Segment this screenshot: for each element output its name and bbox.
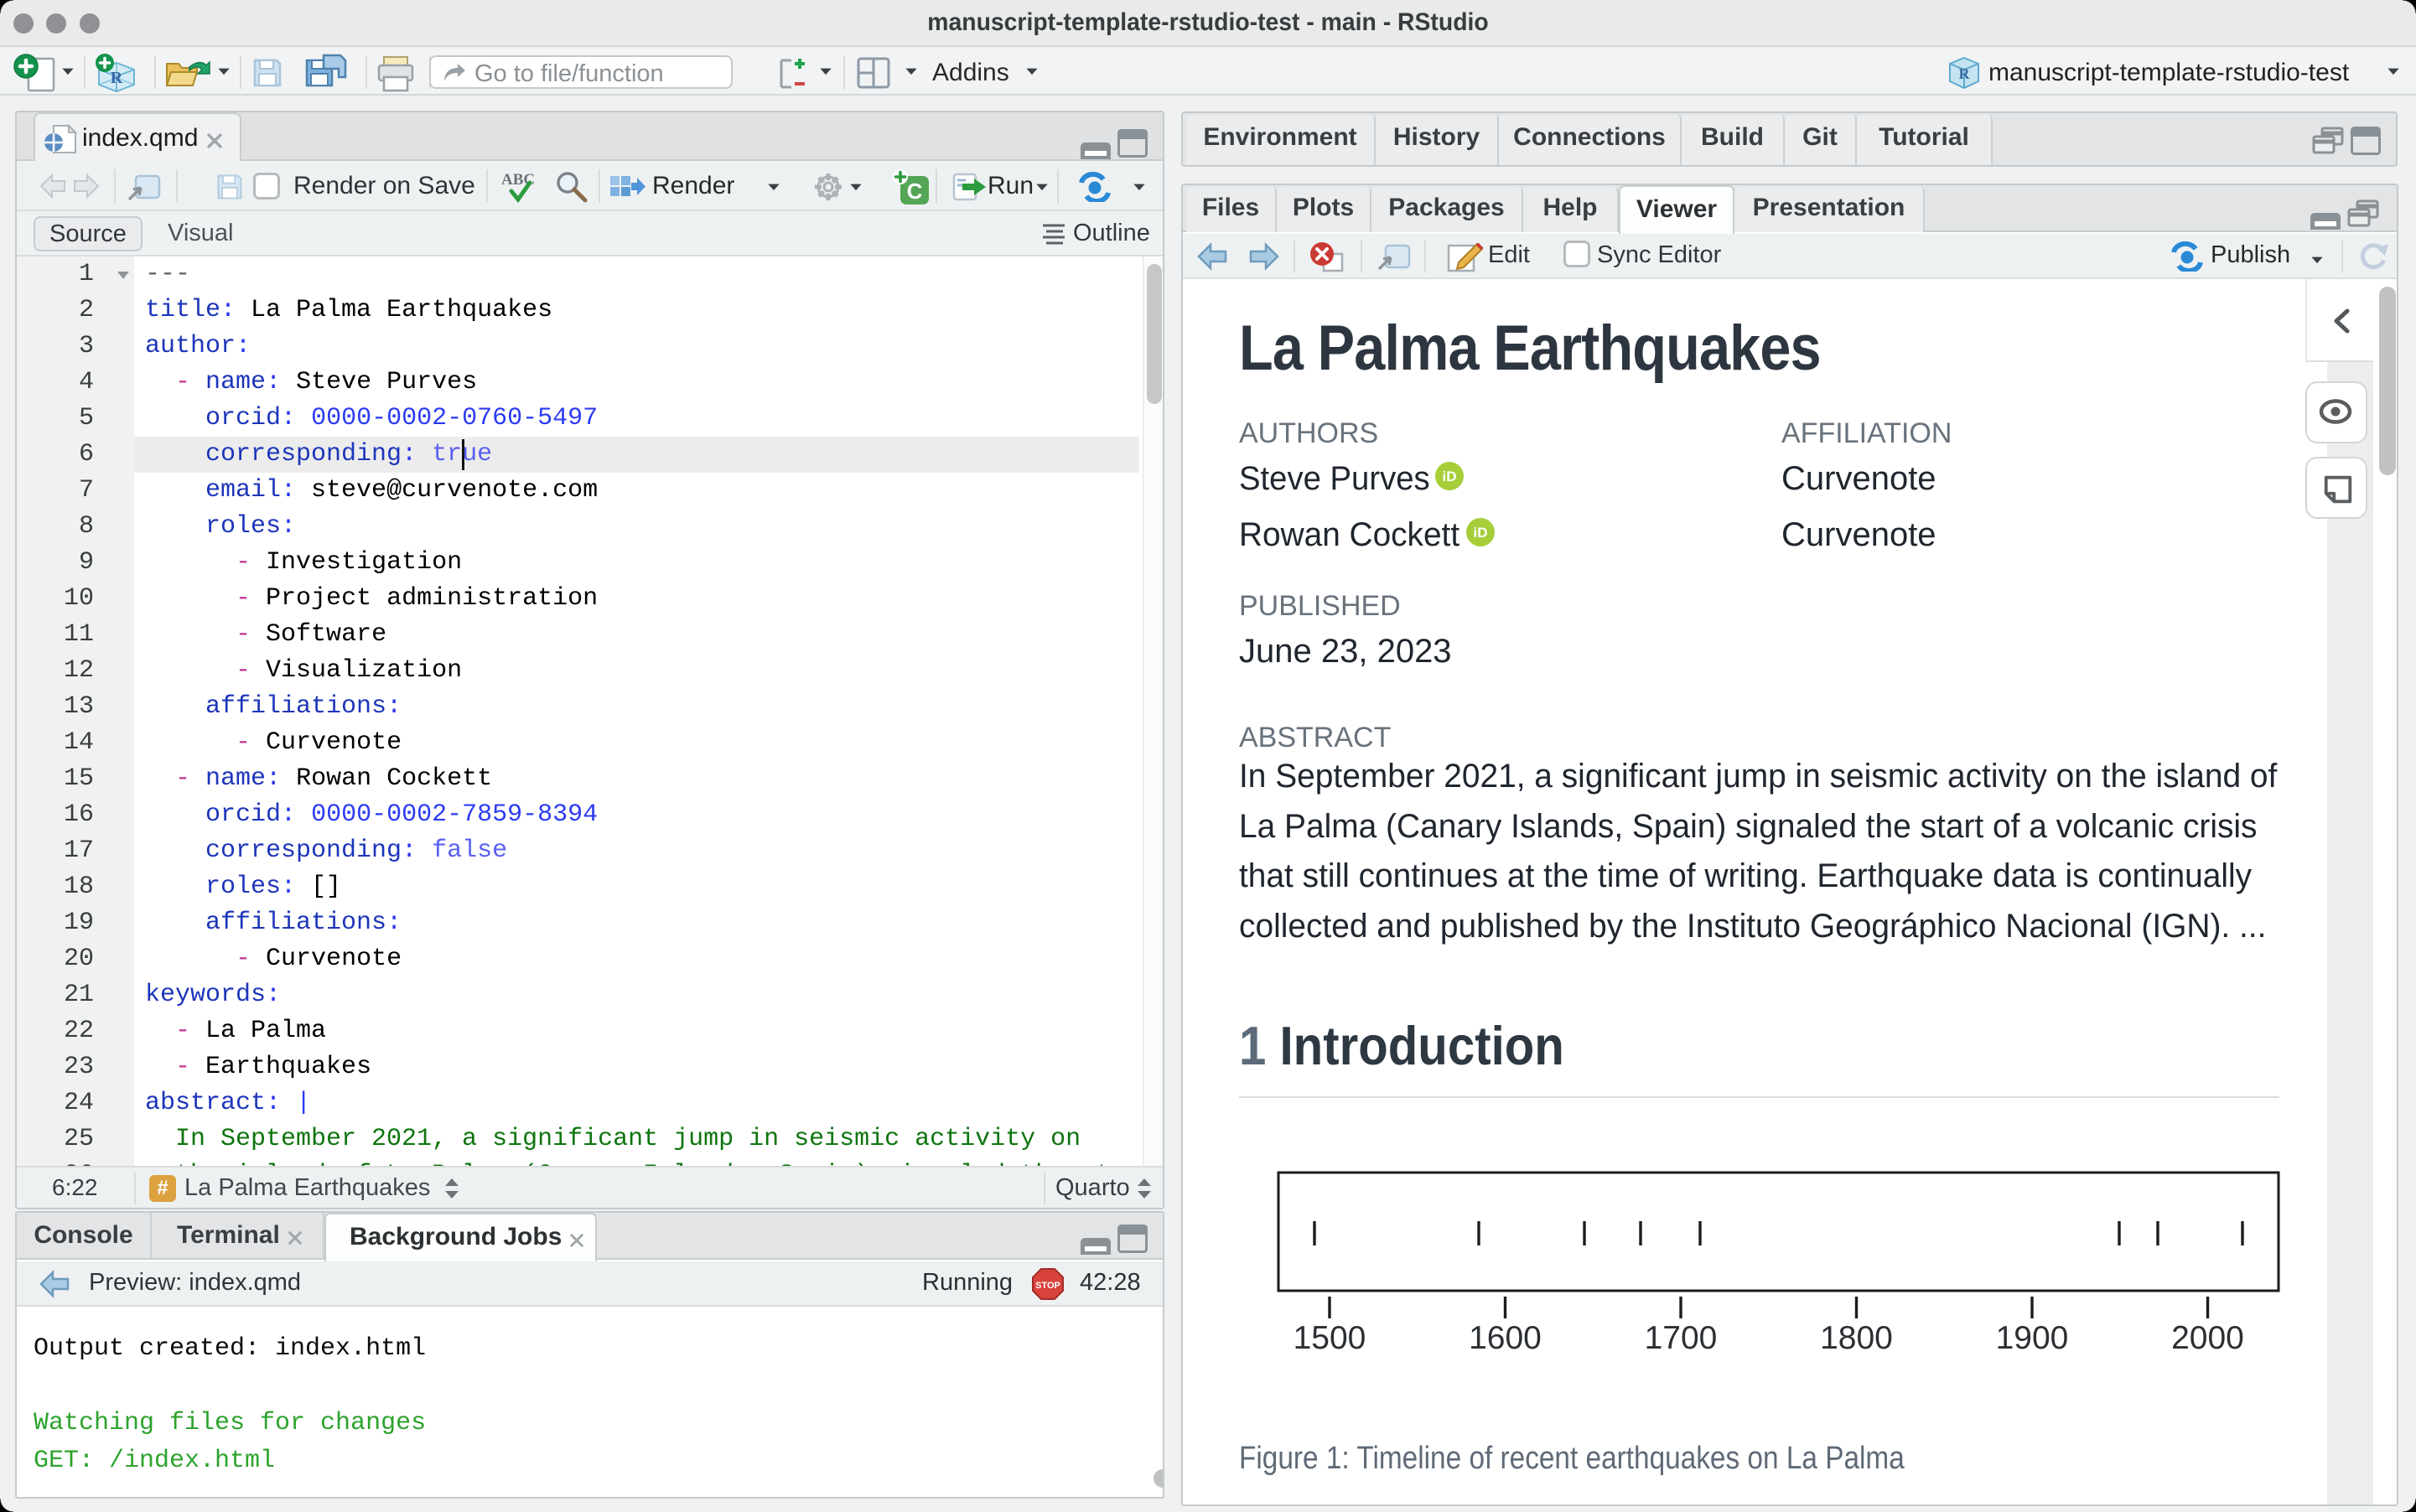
svg-text:2000: 2000 [2171,1320,2244,1356]
svg-text:iD: iD [1474,525,1488,541]
svg-text:STOP: STOP [1035,1281,1060,1291]
svg-text:1500: 1500 [1294,1320,1366,1356]
svg-text:1600: 1600 [1469,1320,1542,1356]
svg-text:iD: iD [1443,469,1457,484]
svg-text:1800: 1800 [1820,1320,1893,1356]
svg-text:1700: 1700 [1645,1320,1718,1356]
svg-text:R: R [1959,65,1971,82]
svg-text:R: R [111,69,123,87]
svg-text:1900: 1900 [1996,1320,2069,1356]
svg-text:C: C [907,179,923,204]
